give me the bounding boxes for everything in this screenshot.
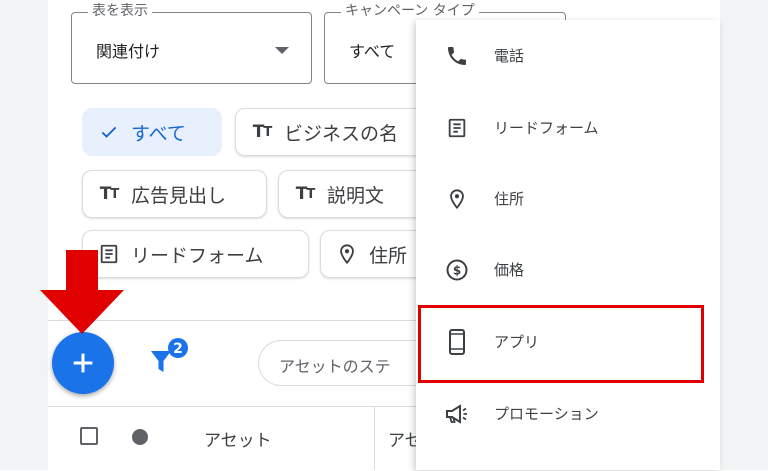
chip-headline[interactable]: TT 広告見出し	[82, 170, 267, 218]
column-separator	[374, 406, 375, 470]
text-type-icon: TT	[295, 184, 315, 204]
menu-item-promotion[interactable]: プロモーション	[416, 383, 720, 443]
price-icon: $	[444, 257, 470, 283]
text-type-icon: TT	[99, 184, 119, 204]
red-arrow-annotation	[40, 250, 124, 334]
chip-label: すべて	[131, 122, 186, 145]
campaign-type-value: すべて	[349, 42, 396, 61]
chip-address[interactable]: 住所	[320, 230, 430, 278]
menu-item-lead-form[interactable]: リードフォーム	[416, 97, 720, 157]
menu-item-address[interactable]: 住所	[416, 168, 720, 228]
select-all-checkbox[interactable]	[80, 427, 98, 445]
chip-label: 住所	[369, 244, 408, 267]
form-icon	[444, 115, 470, 141]
status-column-icon	[132, 429, 148, 445]
chip-label: 広告見出し	[131, 184, 227, 207]
table-view-value: 関連付け	[96, 42, 161, 61]
asset-status-placeholder: アセットのステ	[279, 357, 391, 376]
megaphone-icon	[444, 401, 470, 427]
menu-item-label: リードフォーム	[494, 119, 599, 137]
add-asset-button[interactable]	[52, 332, 114, 394]
location-pin-icon	[444, 186, 470, 212]
chip-label: リードフォーム	[131, 244, 264, 267]
column-header-asset[interactable]: アセット	[204, 426, 272, 451]
chip-description[interactable]: TT 説明文	[278, 170, 428, 218]
campaign-type-label: キャンペーン タイプ	[341, 3, 479, 19]
chip-label: 説明文	[327, 184, 385, 207]
filter-count-badge: 2	[173, 341, 183, 357]
filter-button[interactable]: 2	[148, 336, 192, 380]
svg-text:$: $	[453, 264, 461, 278]
table-view-label: 表を表示	[88, 3, 152, 19]
left-gutter	[0, 0, 48, 470]
menu-item-label: 電話	[494, 47, 525, 65]
menu-item-label: 価格	[494, 261, 525, 279]
filter-icon: 2	[151, 338, 188, 372]
red-highlight-annotation	[418, 305, 704, 383]
menu-item-label: 住所	[494, 190, 525, 208]
menu-item-phone[interactable]: 電話	[416, 25, 720, 85]
table-view-select[interactable]: 表を表示 関連付け	[71, 3, 312, 84]
location-pin-icon	[335, 242, 359, 266]
chip-all[interactable]: すべて	[82, 108, 222, 156]
text-type-icon: TT	[252, 122, 272, 142]
chip-business-name[interactable]: TT ビジネスの名	[235, 108, 425, 156]
phone-icon	[444, 43, 470, 69]
right-gutter	[720, 0, 768, 470]
menu-item-label: プロモーション	[494, 405, 599, 423]
menu-item-price[interactable]: $ 価格	[416, 239, 720, 299]
chip-label: ビジネスの名	[284, 122, 399, 145]
asset-type-menu: 電話 リードフォーム 住所 $ 価格 アプリ プロモーション	[416, 20, 720, 470]
check-icon	[97, 120, 121, 144]
chevron-down-icon	[275, 47, 289, 54]
plus-icon	[73, 353, 93, 373]
